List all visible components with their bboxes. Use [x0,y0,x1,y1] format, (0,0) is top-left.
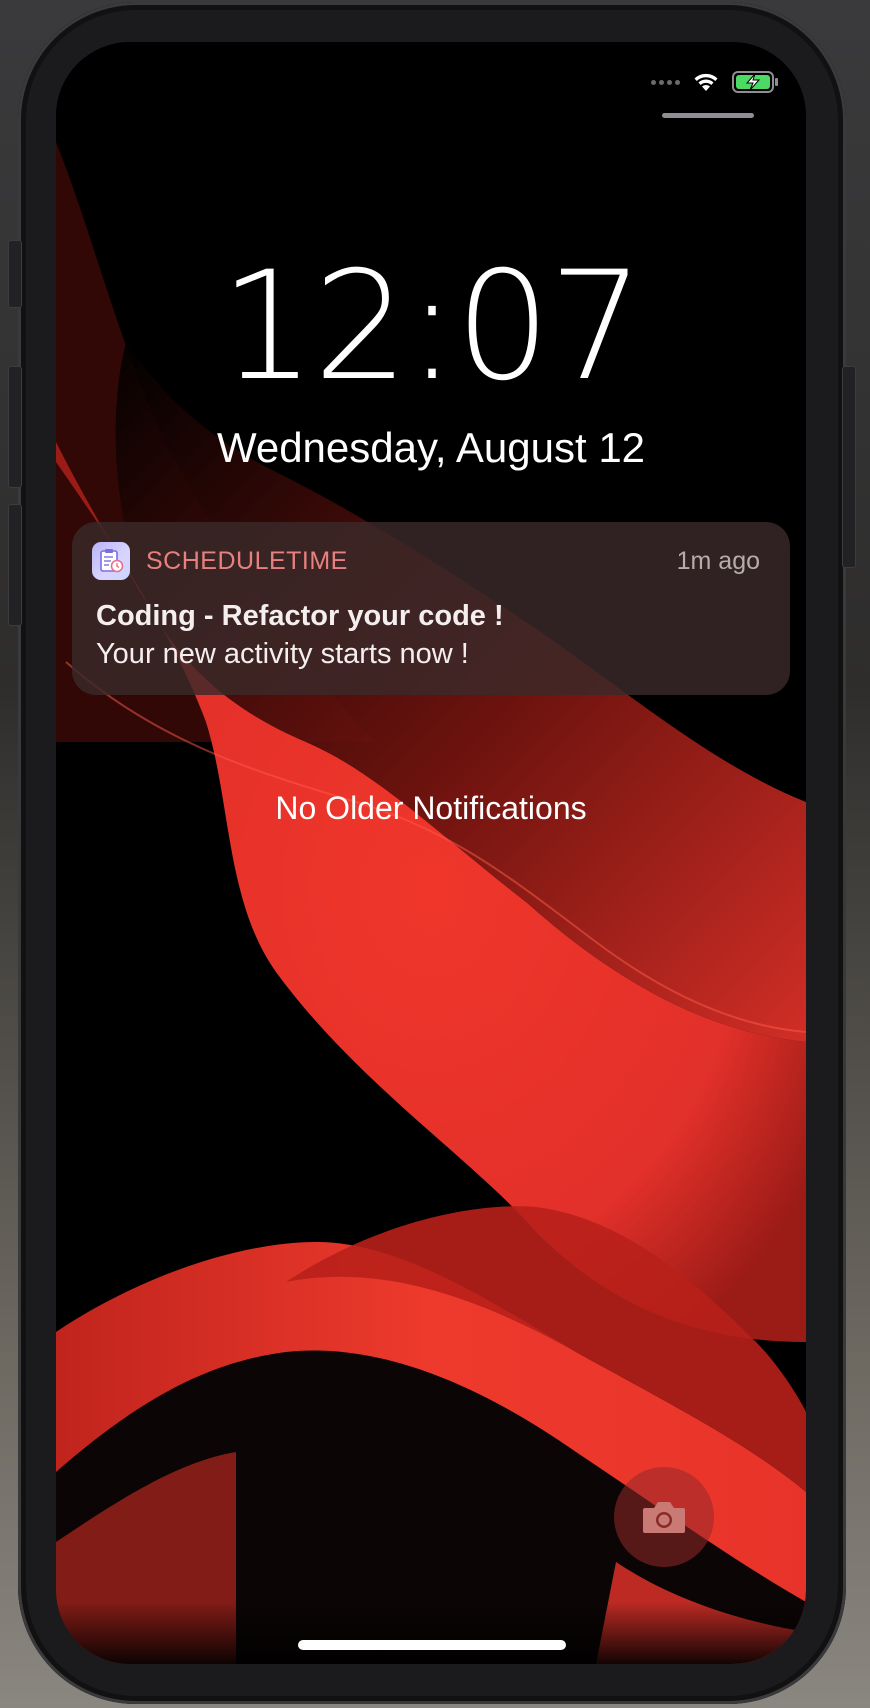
camera-button[interactable] [614,1467,714,1567]
silent-switch [8,240,22,308]
lock-screen-time: 12:07 [219,240,644,414]
lock-screen-date: Wednesday, August 12 [216,424,646,471]
cellular-signal-icon [651,79,680,85]
notch [224,42,638,102]
volume-down-button [8,504,22,626]
home-indicator[interactable] [298,1640,566,1650]
lock-screen: 12:07 Wednesday, August 12 SCHEDULETIME … [56,42,806,1664]
volume-up-button [8,366,22,488]
notification-timestamp: 1m ago [676,547,760,575]
notification-body: Your new activity starts now ! [96,638,469,670]
power-button [842,366,856,568]
notification-title: Coding - Refactor your code ! [96,600,504,632]
camera-icon [643,1502,685,1533]
status-bar [651,70,780,94]
battery-charging-icon [732,71,778,93]
no-older-notifications-label: No Older Notifications [275,790,587,826]
control-center-grabber[interactable] [662,113,754,118]
scheduletime-app-icon [92,542,130,580]
wifi-icon [694,73,718,91]
notification-app-name: SCHEDULETIME [146,547,348,575]
notification-card[interactable]: SCHEDULETIME 1m ago Coding - Refactor yo… [72,522,790,695]
